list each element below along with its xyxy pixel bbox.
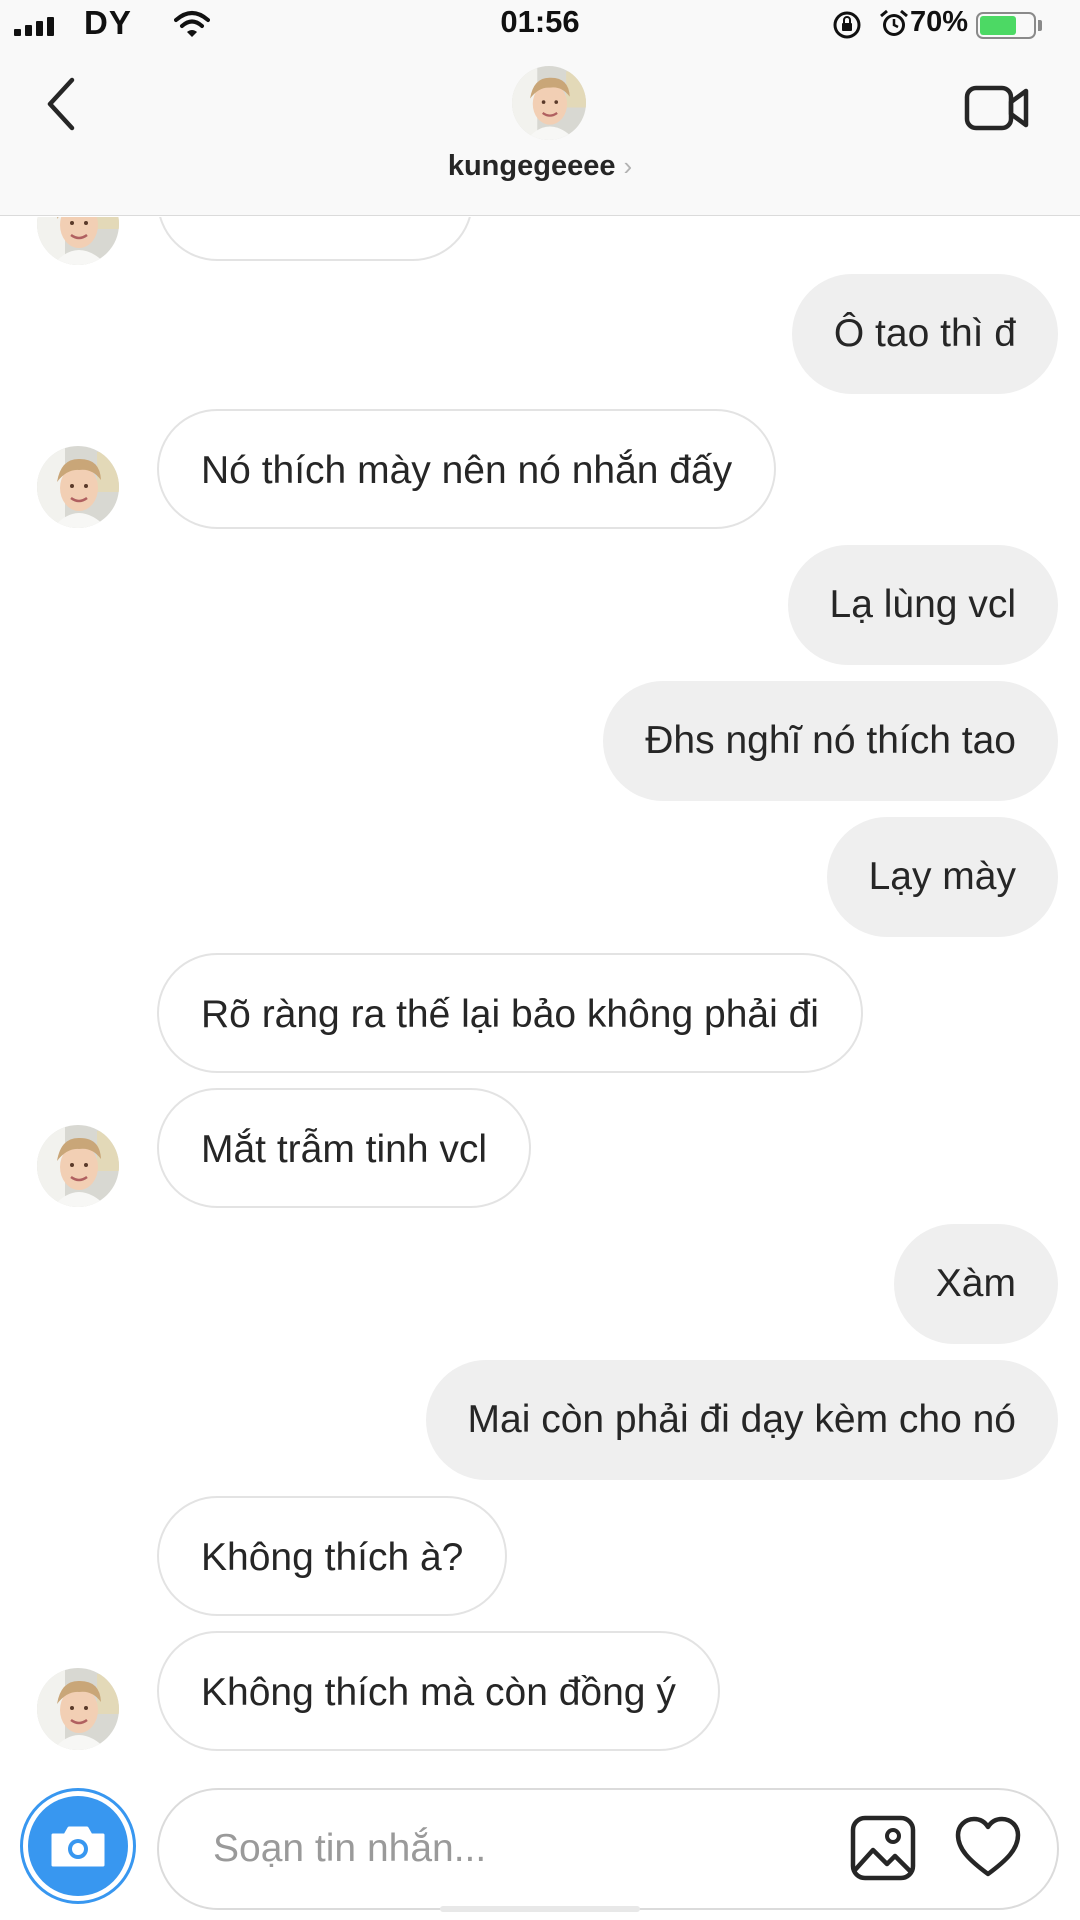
status-bar: DY 01:56 70% <box>0 0 1080 50</box>
message-text: Lạ lùng vcl <box>829 583 1016 626</box>
message-bubble-outgoing[interactable]: Mai còn phải đi dạy kèm cho nó <box>425 1360 1058 1480</box>
message-text: Lạy mày <box>868 855 1016 898</box>
message-bubble-incoming[interactable]: Nó thích mày nên nó nhắn đấy <box>157 409 777 529</box>
battery-icon <box>976 12 1036 39</box>
message-bubble-outgoing[interactable]: Đhs nghĩ nó thích tao <box>603 681 1058 801</box>
message-input[interactable] <box>213 1818 773 1880</box>
sender-avatar <box>37 446 119 528</box>
message-text: Xàm <box>935 1262 1016 1305</box>
chevron-right-icon: › <box>623 151 633 181</box>
avatar-image <box>512 66 586 140</box>
message-bubble-outgoing[interactable]: Xàm <box>893 1224 1058 1344</box>
chat-header: kungegeeee › <box>0 50 1080 216</box>
contact-avatar[interactable] <box>512 66 586 140</box>
sender-avatar <box>37 217 119 265</box>
alarm-icon <box>880 9 908 36</box>
message-bubble-incoming[interactable]: Không thích à? <box>157 1496 508 1616</box>
message-bubble-incoming[interactable] <box>157 217 473 261</box>
message-text: Không thích à? <box>201 1536 464 1579</box>
message-bubble-incoming[interactable]: Rõ ràng ra thế lại bảo không phải đi <box>157 953 863 1073</box>
message-thread[interactable]: Ô tao thì đ Nó thích mày nên nó nhắn đấy… <box>0 217 1080 1762</box>
video-call-button[interactable] <box>964 82 1030 134</box>
contact-name-link[interactable]: kungegeeee › <box>0 150 1080 183</box>
message-bubble-outgoing[interactable]: Lạ lùng vcl <box>787 545 1058 665</box>
message-composer <box>157 1788 1059 1910</box>
message-bubble-outgoing[interactable]: Ô tao thì đ <box>791 274 1058 394</box>
gallery-button[interactable] <box>849 1814 917 1882</box>
home-indicator <box>440 1906 640 1912</box>
avatar-image <box>37 1668 119 1750</box>
orientation-lock-icon <box>833 11 861 39</box>
message-text: Nó thích mày nên nó nhắn đấy <box>201 449 733 492</box>
message-text: Mắt trẫm tinh vcl <box>201 1128 488 1171</box>
message-text: Rõ ràng ra thế lại bảo không phải đi <box>201 993 819 1036</box>
message-text: Mai còn phải đi dạy kèm cho nó <box>467 1398 1016 1441</box>
camera-icon <box>51 1826 105 1867</box>
message-text: Không thích mà còn đồng ý <box>201 1671 676 1714</box>
message-bubble-incoming[interactable]: Không thích mà còn đồng ý <box>157 1631 720 1751</box>
avatar-image <box>37 217 119 265</box>
contact-username: kungegeeee <box>447 150 616 182</box>
message-text: Ô tao thì đ <box>833 312 1016 355</box>
like-button[interactable] <box>955 1816 1021 1878</box>
back-button[interactable] <box>40 74 84 134</box>
message-text: Đhs nghĩ nó thích tao <box>645 719 1016 762</box>
battery-percent: 70% <box>910 6 969 38</box>
sender-avatar <box>37 1668 119 1750</box>
sender-avatar <box>37 1125 119 1207</box>
message-bubble-outgoing[interactable]: Lạy mày <box>826 817 1058 937</box>
avatar-image <box>37 446 119 528</box>
message-bubble-incoming[interactable]: Mắt trẫm tinh vcl <box>157 1088 532 1208</box>
camera-button[interactable] <box>20 1788 136 1904</box>
avatar-image <box>37 1125 119 1207</box>
